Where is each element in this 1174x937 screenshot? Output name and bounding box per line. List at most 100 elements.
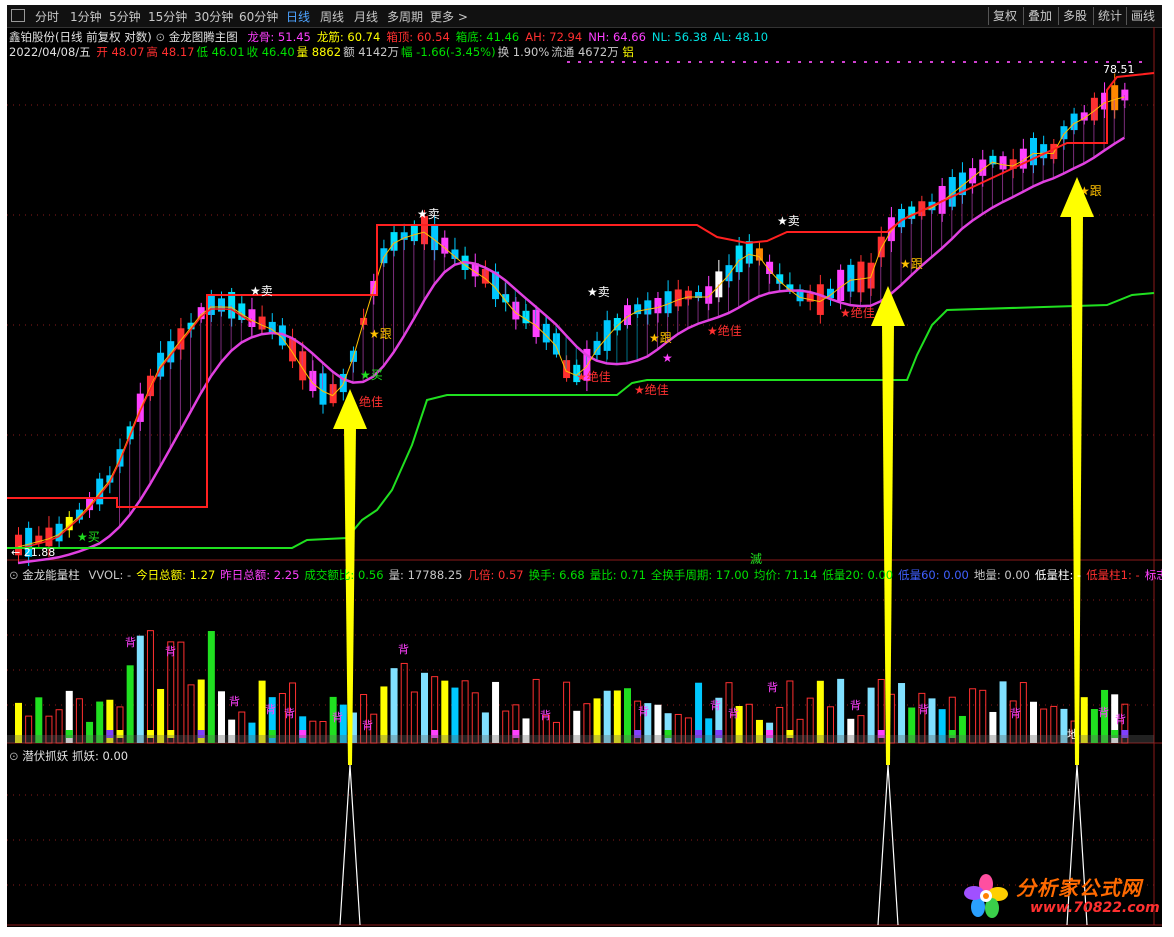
- top-marker: [1018, 61, 1021, 63]
- top-marker: [633, 61, 636, 63]
- volume-pair-value: 0.57: [494, 568, 524, 582]
- buy-signal-label: ★买: [360, 368, 383, 382]
- top-marker: [589, 61, 592, 63]
- sell-signal-label: ★卖: [777, 214, 800, 228]
- top-marker: [809, 61, 812, 63]
- volume-pair-value: 0.00: [1000, 568, 1030, 582]
- volume-pair-label: 全换手周期:: [650, 568, 713, 582]
- divergence-label: 背: [284, 706, 295, 720]
- volume-bar: [451, 687, 459, 743]
- volume-pair-label: 今日总额:: [136, 568, 187, 582]
- star-marker: ★: [662, 351, 673, 365]
- volume-pair-value: 6.68: [555, 568, 585, 582]
- volume-panel-header: ⊙ 金龙能量柱 VVOL: - 今日总额: 1.27 昨日总额: 2.25 成交额比:…: [9, 567, 1162, 583]
- top-marker: [655, 61, 658, 63]
- best-signal-label: ★绝佳: [840, 305, 875, 320]
- watermark-name: 分析家公式网: [1016, 876, 1142, 900]
- volume-bar: [492, 681, 500, 743]
- volume-pair-value: 1.27: [186, 568, 216, 582]
- top-marker: [666, 61, 669, 63]
- volume-bar: [187, 684, 195, 744]
- box-top-line: [7, 72, 1155, 508]
- volume-pair-label: 量:: [388, 568, 404, 582]
- best-signal-label: ★绝佳: [634, 382, 669, 397]
- extinguish-label: 滅: [750, 552, 762, 566]
- best-signal-label: 绝佳: [359, 394, 383, 409]
- volume-pair-label: 低量20:: [822, 568, 864, 582]
- volume-bar: [136, 635, 144, 743]
- divergence-label: 背: [850, 698, 861, 712]
- top-marker: [1073, 61, 1076, 63]
- top-marker: [787, 61, 790, 63]
- price-low-label: ← 21.88: [11, 546, 55, 559]
- volume-indicator-name[interactable]: 金龙能量柱: [22, 568, 80, 582]
- volume-bar: [146, 630, 154, 744]
- top-marker: [996, 61, 999, 63]
- volume-pair-value: 2.25: [270, 568, 300, 582]
- sell-signal-label: ★卖: [587, 285, 610, 299]
- volume-pair-value: 0.71: [616, 568, 646, 582]
- divergence-label: 背: [265, 702, 276, 716]
- divergence-label: 背: [398, 642, 409, 656]
- bottom-indicator-name[interactable]: 潜伏抓妖: [22, 749, 68, 763]
- kline-chart[interactable]: ★卖★卖★卖★卖★买★买★跟 ★跟★跟★跟绝佳★绝佳★绝佳★绝佳★绝佳★滅78.5…: [7, 5, 1162, 927]
- top-marker: [600, 61, 603, 63]
- volume-bar: [441, 680, 449, 743]
- top-marker: [644, 61, 647, 63]
- follow-signal-label: ★跟: [900, 257, 923, 271]
- volume-pair-label: 均价:: [753, 568, 781, 582]
- candles: [15, 73, 1129, 566]
- divergence-label: 背: [1115, 712, 1126, 726]
- volume-bar: [177, 641, 185, 744]
- top-marker: [853, 61, 856, 63]
- demon-catch-spike: [339, 764, 361, 926]
- follow-signal-label: ★跟: [649, 331, 672, 345]
- divergence-label: 背: [332, 710, 343, 724]
- bottom-settings-icon[interactable]: ⊙: [9, 749, 19, 763]
- top-marker: [886, 61, 889, 63]
- arrow-shaft: [1071, 215, 1083, 765]
- bottom-indicator-value: 0.00: [102, 749, 129, 763]
- top-marker: [721, 61, 724, 63]
- top-marker: [765, 61, 768, 63]
- top-marker: [908, 61, 911, 63]
- volume-bar: [207, 631, 215, 743]
- watermark-url: www.70822.com: [1030, 900, 1160, 916]
- divergence-label: 背: [728, 706, 739, 720]
- top-marker: [578, 61, 581, 63]
- top-marker: [820, 61, 823, 63]
- volume-pair-value: -: [1131, 568, 1140, 582]
- volume-bar: [390, 668, 398, 743]
- divergence-label: 背: [362, 718, 373, 732]
- divergence-label: 背: [767, 680, 778, 694]
- highlight-arrow: [1060, 177, 1094, 765]
- volume-bar: [1019, 682, 1027, 744]
- volume-pair-label: 昨日总额:: [220, 568, 271, 582]
- top-marker: [754, 61, 757, 63]
- volume-bar: [969, 688, 977, 744]
- top-marker: [842, 61, 845, 63]
- best-signal-label: ★绝佳: [707, 323, 742, 338]
- top-marker: [930, 61, 933, 63]
- volume-pair-label: 低量60:: [898, 568, 940, 582]
- top-marker: [831, 61, 834, 63]
- ribbon-hatching: [119, 95, 1125, 527]
- volume-pair-label: 低量柱:: [1035, 568, 1074, 582]
- volume-bar: [624, 688, 631, 743]
- top-marker: [919, 61, 922, 63]
- chart-window: 分时 1分钟 5分钟 15分钟 30分钟 60分钟 日线 周线 月线 多周期 更…: [7, 5, 1162, 927]
- divergence-label: 背: [125, 635, 136, 649]
- top-marker: [1040, 61, 1043, 63]
- top-marker: [1007, 61, 1010, 63]
- divergence-label: 背: [229, 694, 240, 708]
- top-marker: [1095, 61, 1098, 63]
- divergence-label: 背: [918, 702, 929, 716]
- volume-settings-icon[interactable]: ⊙: [9, 568, 19, 582]
- volume-indicator-values: VVOL: - 今日总额: 1.27 昨日总额: 2.25 成交额比: 0.56 量: …: [83, 568, 1162, 582]
- volume-pair-label: 地量:: [973, 568, 1001, 582]
- price-high-label: 78.51: [1103, 63, 1135, 76]
- top-marker: [1139, 61, 1142, 63]
- top-marker: [567, 61, 570, 63]
- dragon-bone-line: [17, 136, 1126, 565]
- bottom-panel-header: ⊙ 潜伏抓妖 抓妖: 0.00: [9, 748, 128, 764]
